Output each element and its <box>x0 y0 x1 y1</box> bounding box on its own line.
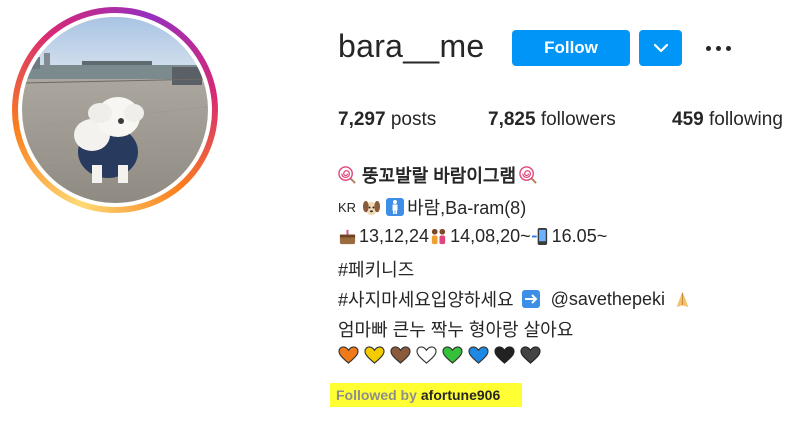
posts-count: 7,297 <box>338 109 386 130</box>
heart-icon <box>520 346 541 365</box>
hearts-row <box>338 346 541 365</box>
heart-icon <box>416 346 437 365</box>
hashtag-link[interactable]: #페키니즈 <box>338 256 414 282</box>
heart-icon <box>468 346 489 365</box>
full-name: 뚱꼬발랄 바람이그램 <box>338 162 540 188</box>
family-icon <box>429 227 448 246</box>
username: bara__me <box>338 28 485 64</box>
profile-avatar-ring[interactable] <box>12 7 218 213</box>
bio-line-4: #사지마세요입양하세요 @savethepeki <box>338 286 694 312</box>
mobile-phone-icon <box>531 227 550 246</box>
followers-stat[interactable]: 7,825 followers <box>488 109 616 131</box>
following-count: 459 <box>672 109 704 130</box>
heart-icon <box>338 346 359 365</box>
followers-count: 7,825 <box>488 109 536 130</box>
birthdays-text: 13,12,24 <box>359 226 430 246</box>
mention-link[interactable]: @savethepeki <box>551 289 665 310</box>
bio-line-2: 13,12,24 14,08,20~ 16.05~ <box>338 226 607 247</box>
country-flag-kr: KR <box>338 199 357 215</box>
family-text: 엄마빠 큰누 짝누 형아랑 살아요 <box>338 320 574 340</box>
followed-by[interactable]: Followed by afortune906 <box>330 383 523 407</box>
heart-icon <box>390 346 411 365</box>
posts-stat: 7,297 posts <box>338 109 436 131</box>
folded-hands-icon <box>673 290 692 309</box>
full-name-text: 뚱꼬발랄 바람이그램 <box>362 166 517 186</box>
followed-by-user[interactable]: afortune906 <box>421 387 500 403</box>
following-stat[interactable]: 459 following <box>672 109 783 131</box>
chevron-down-icon <box>653 43 668 53</box>
lollipop-icon <box>519 165 538 185</box>
pet-name: 바람,Ba-ram(8) <box>407 198 527 218</box>
bio-line-3: #페키니즈 <box>338 256 414 282</box>
lollipop-icon <box>338 165 357 185</box>
avatar[interactable] <box>22 17 208 203</box>
family-dates-text: 14,08,20~ <box>450 226 531 246</box>
bio-line-5: 엄마빠 큰누 짝누 형아랑 살아요 <box>338 316 573 342</box>
heart-icon <box>442 346 463 365</box>
hashtag-link[interactable]: #사지마세요입양하세요 <box>338 286 514 312</box>
phone-date-text: 16.05~ <box>551 226 608 246</box>
followers-label: followers <box>540 109 616 130</box>
mens-room-icon <box>386 198 405 216</box>
dog-face-icon <box>362 198 381 217</box>
right-arrow-icon <box>521 290 540 308</box>
more-options-icon[interactable] <box>700 33 736 63</box>
bio-line-1: KR 바람,Ba-ram(8) <box>338 194 526 220</box>
heart-icon <box>494 346 515 365</box>
suggested-accounts-dropdown-button[interactable] <box>639 30 682 66</box>
avatar-photo <box>22 17 208 203</box>
following-label: following <box>708 109 783 130</box>
cake-icon <box>338 227 357 246</box>
follow-button[interactable]: Follow <box>512 30 630 66</box>
heart-icon <box>364 346 385 365</box>
followed-by-label: Followed by <box>336 387 417 403</box>
posts-label: posts <box>390 109 437 130</box>
